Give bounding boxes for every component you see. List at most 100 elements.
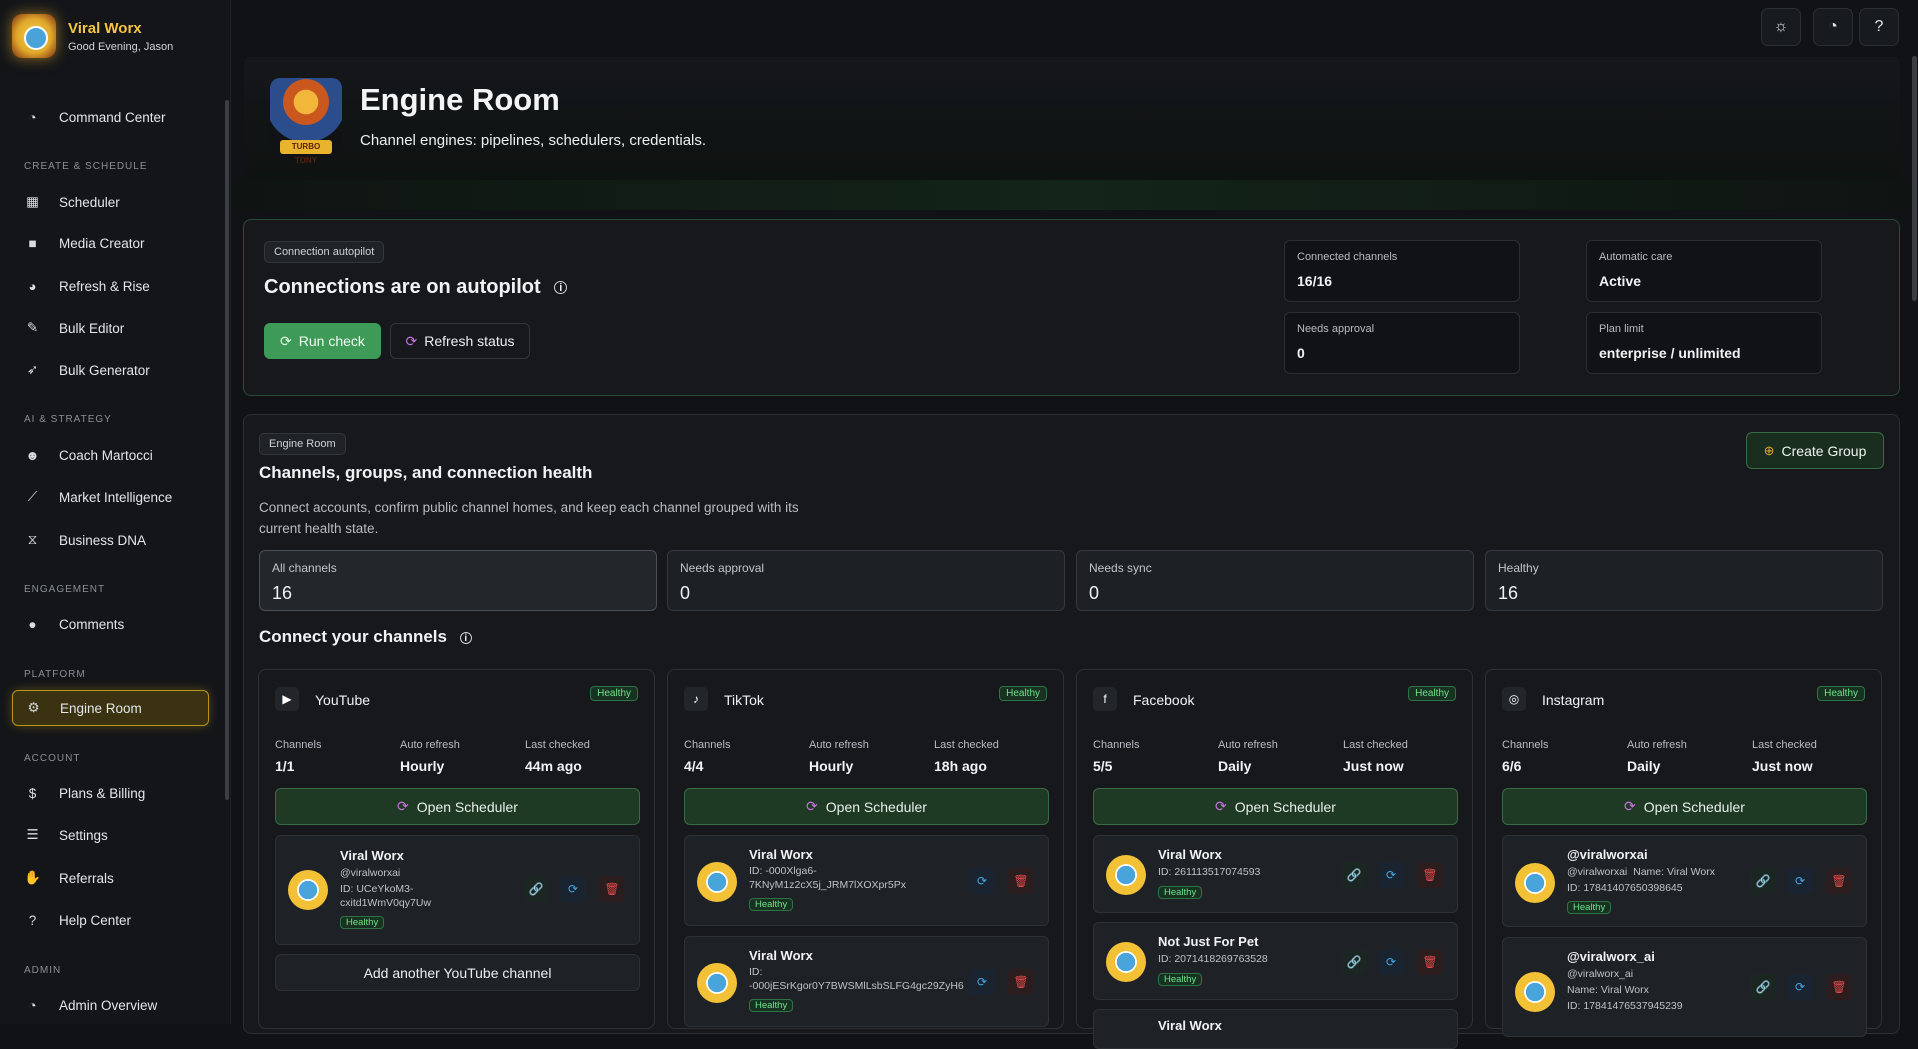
engine-desc-line2: current health state. (259, 521, 379, 536)
trash-icon[interactable]: 🗑 (1417, 862, 1443, 888)
account-item[interactable]: Viral Worx (1093, 1009, 1458, 1049)
account-item[interactable]: Viral Worx @viralworxai ID: UCeYkoM3- cx… (275, 835, 640, 945)
link-icon[interactable]: 🔗 (1341, 949, 1367, 975)
stat-value: Active (1599, 273, 1642, 289)
refresh-icon[interactable]: ⟳ (969, 868, 995, 894)
account-item[interactable]: Viral Worx ID: 261113517074593 Healthy 🔗… (1093, 835, 1458, 913)
account-id: ID: UCeYkoM3- (340, 883, 414, 895)
open-scheduler-button[interactable]: ⟳ Open Scheduler (275, 788, 640, 825)
refresh-icon[interactable]: ⟳ (560, 876, 586, 902)
refresh-icon: ⟳ (280, 332, 292, 349)
account-item[interactable]: Viral Worx ID: -000jESrKgor0Y7BWSMlLsbSL… (684, 936, 1049, 1027)
engine-desc-line1: Connect accounts, confirm public channel… (259, 500, 799, 515)
open-scheduler-button[interactable]: ⟳ Open Scheduler (1093, 788, 1458, 825)
create-group-button[interactable]: ⊕ Create Group (1746, 432, 1884, 469)
meta-value: 44m ago (525, 758, 582, 774)
meta-label: Channels (684, 739, 731, 751)
open-scheduler-button[interactable]: ⟳ Open Scheduler (1502, 788, 1867, 825)
info-icon[interactable]: i (554, 281, 568, 295)
meta-value: Daily (1218, 758, 1252, 774)
refresh-status-button[interactable]: ⟳ Refresh status (390, 323, 530, 359)
open-scheduler-button[interactable]: ⟳ Open Scheduler (684, 788, 1049, 825)
nav-bulk-generator[interactable]: ➶ Bulk Generator (12, 352, 209, 388)
filter-needs-approval[interactable]: Needs approval 0 (667, 550, 1065, 611)
nav-comments[interactable]: ● Comments (12, 606, 209, 642)
refresh-icon[interactable]: ⟳ (1378, 862, 1404, 888)
account-item[interactable]: Viral Worx ID: -000Xlga6- 7KNyM1z2cX5j_J… (684, 835, 1049, 926)
nav-label: Refresh & Rise (59, 278, 150, 294)
account-item[interactable]: @viralworxai @viralworxai Name: Viral Wo… (1502, 835, 1867, 927)
stat-label: All channels (272, 561, 337, 575)
add-youtube-channel-button[interactable]: Add another YouTube channel (275, 954, 640, 991)
help-icon: ? (1874, 18, 1884, 35)
link-icon[interactable]: 🔗 (1750, 868, 1776, 894)
stat-label: Connected channels (1297, 251, 1398, 263)
account-item[interactable]: @viralworx_ai @viralworx_ai Name: Viral … (1502, 937, 1867, 1037)
link-icon[interactable]: 🔗 (1750, 974, 1776, 1000)
account-id: ID: -000Xlga6- (749, 865, 817, 877)
nav-media-creator[interactable]: ■ Media Creator (12, 225, 209, 261)
meta-label: Auto refresh (809, 739, 869, 751)
nav-settings[interactable]: ☰ Settings (12, 817, 209, 853)
account-handle-line: @viralworxai Name: Viral Worx (1567, 866, 1715, 878)
nav-dna[interactable]: ⧖ Business DNA (12, 522, 209, 558)
trash-icon[interactable]: 🗑 (1008, 969, 1034, 995)
account-handle: @viralworxai (340, 867, 401, 879)
sidebar: Viral Worx Good Evening, Jason ◔ Command… (0, 0, 231, 1024)
help-button[interactable]: ? (1859, 8, 1899, 46)
account-handle: @viralworxai (1567, 866, 1628, 878)
account-name: @viralworx_ai (1567, 949, 1655, 964)
mascot-image: TURBO TONY (270, 78, 342, 165)
dashboard-button[interactable]: ◔ (1813, 8, 1853, 46)
brand[interactable]: Viral Worx Good Evening, Jason (12, 14, 173, 58)
nav-label: Admin Overview (59, 997, 158, 1013)
trash-icon[interactable]: 🗑 (599, 876, 625, 902)
nav-market[interactable]: ⟋ Market Intelligence (12, 479, 209, 515)
trash-icon[interactable]: 🗑 (1826, 974, 1852, 1000)
trash-icon[interactable]: 🗑 (1008, 868, 1034, 894)
autopilot-title: Connections are on autopilot i (264, 276, 568, 299)
filter-needs-sync[interactable]: Needs sync 0 (1076, 550, 1474, 611)
theme-toggle-button[interactable]: ☼ (1761, 8, 1801, 46)
run-check-button[interactable]: ⟳ Run check (264, 323, 381, 359)
nav-engine-room[interactable]: ⚙ Engine Room (12, 690, 209, 726)
meta-value: 6/6 (1502, 758, 1522, 774)
filter-healthy[interactable]: Healthy 16 (1485, 550, 1883, 611)
nav-label: Coach Martocci (59, 447, 153, 463)
nav-coach[interactable]: ☻ Coach Martocci (12, 437, 209, 473)
engine-description: Connect accounts, confirm public channel… (259, 497, 799, 539)
refresh-icon[interactable]: ⟳ (1378, 949, 1404, 975)
link-icon[interactable]: 🔗 (1341, 862, 1367, 888)
open-scheduler-label: Open Scheduler (1234, 798, 1336, 815)
avatar (288, 870, 328, 910)
trash-icon[interactable]: 🗑 (1826, 868, 1852, 894)
palette-icon: ◕ (28, 278, 37, 294)
refresh-icon[interactable]: ⟳ (1787, 868, 1813, 894)
nav-scheduler[interactable]: ▦ Scheduler (12, 184, 209, 220)
nav-help[interactable]: ? Help Center (12, 902, 209, 938)
refresh-icon[interactable]: ⟳ (1787, 974, 1813, 1000)
dollar-icon: $ (28, 785, 37, 801)
nav-plans[interactable]: $ Plans & Billing (12, 775, 209, 811)
trash-icon[interactable]: 🗑 (1417, 949, 1443, 975)
account-id: ID: (749, 966, 763, 978)
account-item[interactable]: Not Just For Pet ID: 2071418269763528 He… (1093, 922, 1458, 1000)
platform-card-tiktok: ♪ TikTok Healthy Channels Auto refresh L… (667, 669, 1064, 1029)
filter-all-channels[interactable]: All channels 16 (259, 550, 657, 611)
nav-admin-overview[interactable]: ◔ Admin Overview (12, 987, 209, 1023)
info-icon[interactable]: i (459, 631, 472, 644)
meta-value: 18h ago (934, 758, 987, 774)
link-icon[interactable]: 🔗 (523, 876, 549, 902)
nav-command-center[interactable]: ◔ Command Center (12, 99, 209, 135)
page-scrollbar[interactable] (1912, 56, 1917, 301)
create-group-label: Create Group (1781, 442, 1867, 459)
hero-banner (244, 57, 1900, 183)
nav-refresh-rise[interactable]: ◕ Refresh & Rise (12, 268, 209, 304)
sidebar-scrollbar[interactable] (225, 100, 229, 800)
refresh-icon[interactable]: ⟳ (969, 969, 995, 995)
facebook-icon: f (1093, 687, 1117, 711)
account-name: Not Just For Pet (1158, 934, 1259, 949)
nav-referrals[interactable]: ✋ Referrals (12, 860, 209, 896)
dna-icon: ⧖ (27, 532, 38, 547)
nav-bulk-editor[interactable]: ✎ Bulk Editor (12, 310, 209, 346)
